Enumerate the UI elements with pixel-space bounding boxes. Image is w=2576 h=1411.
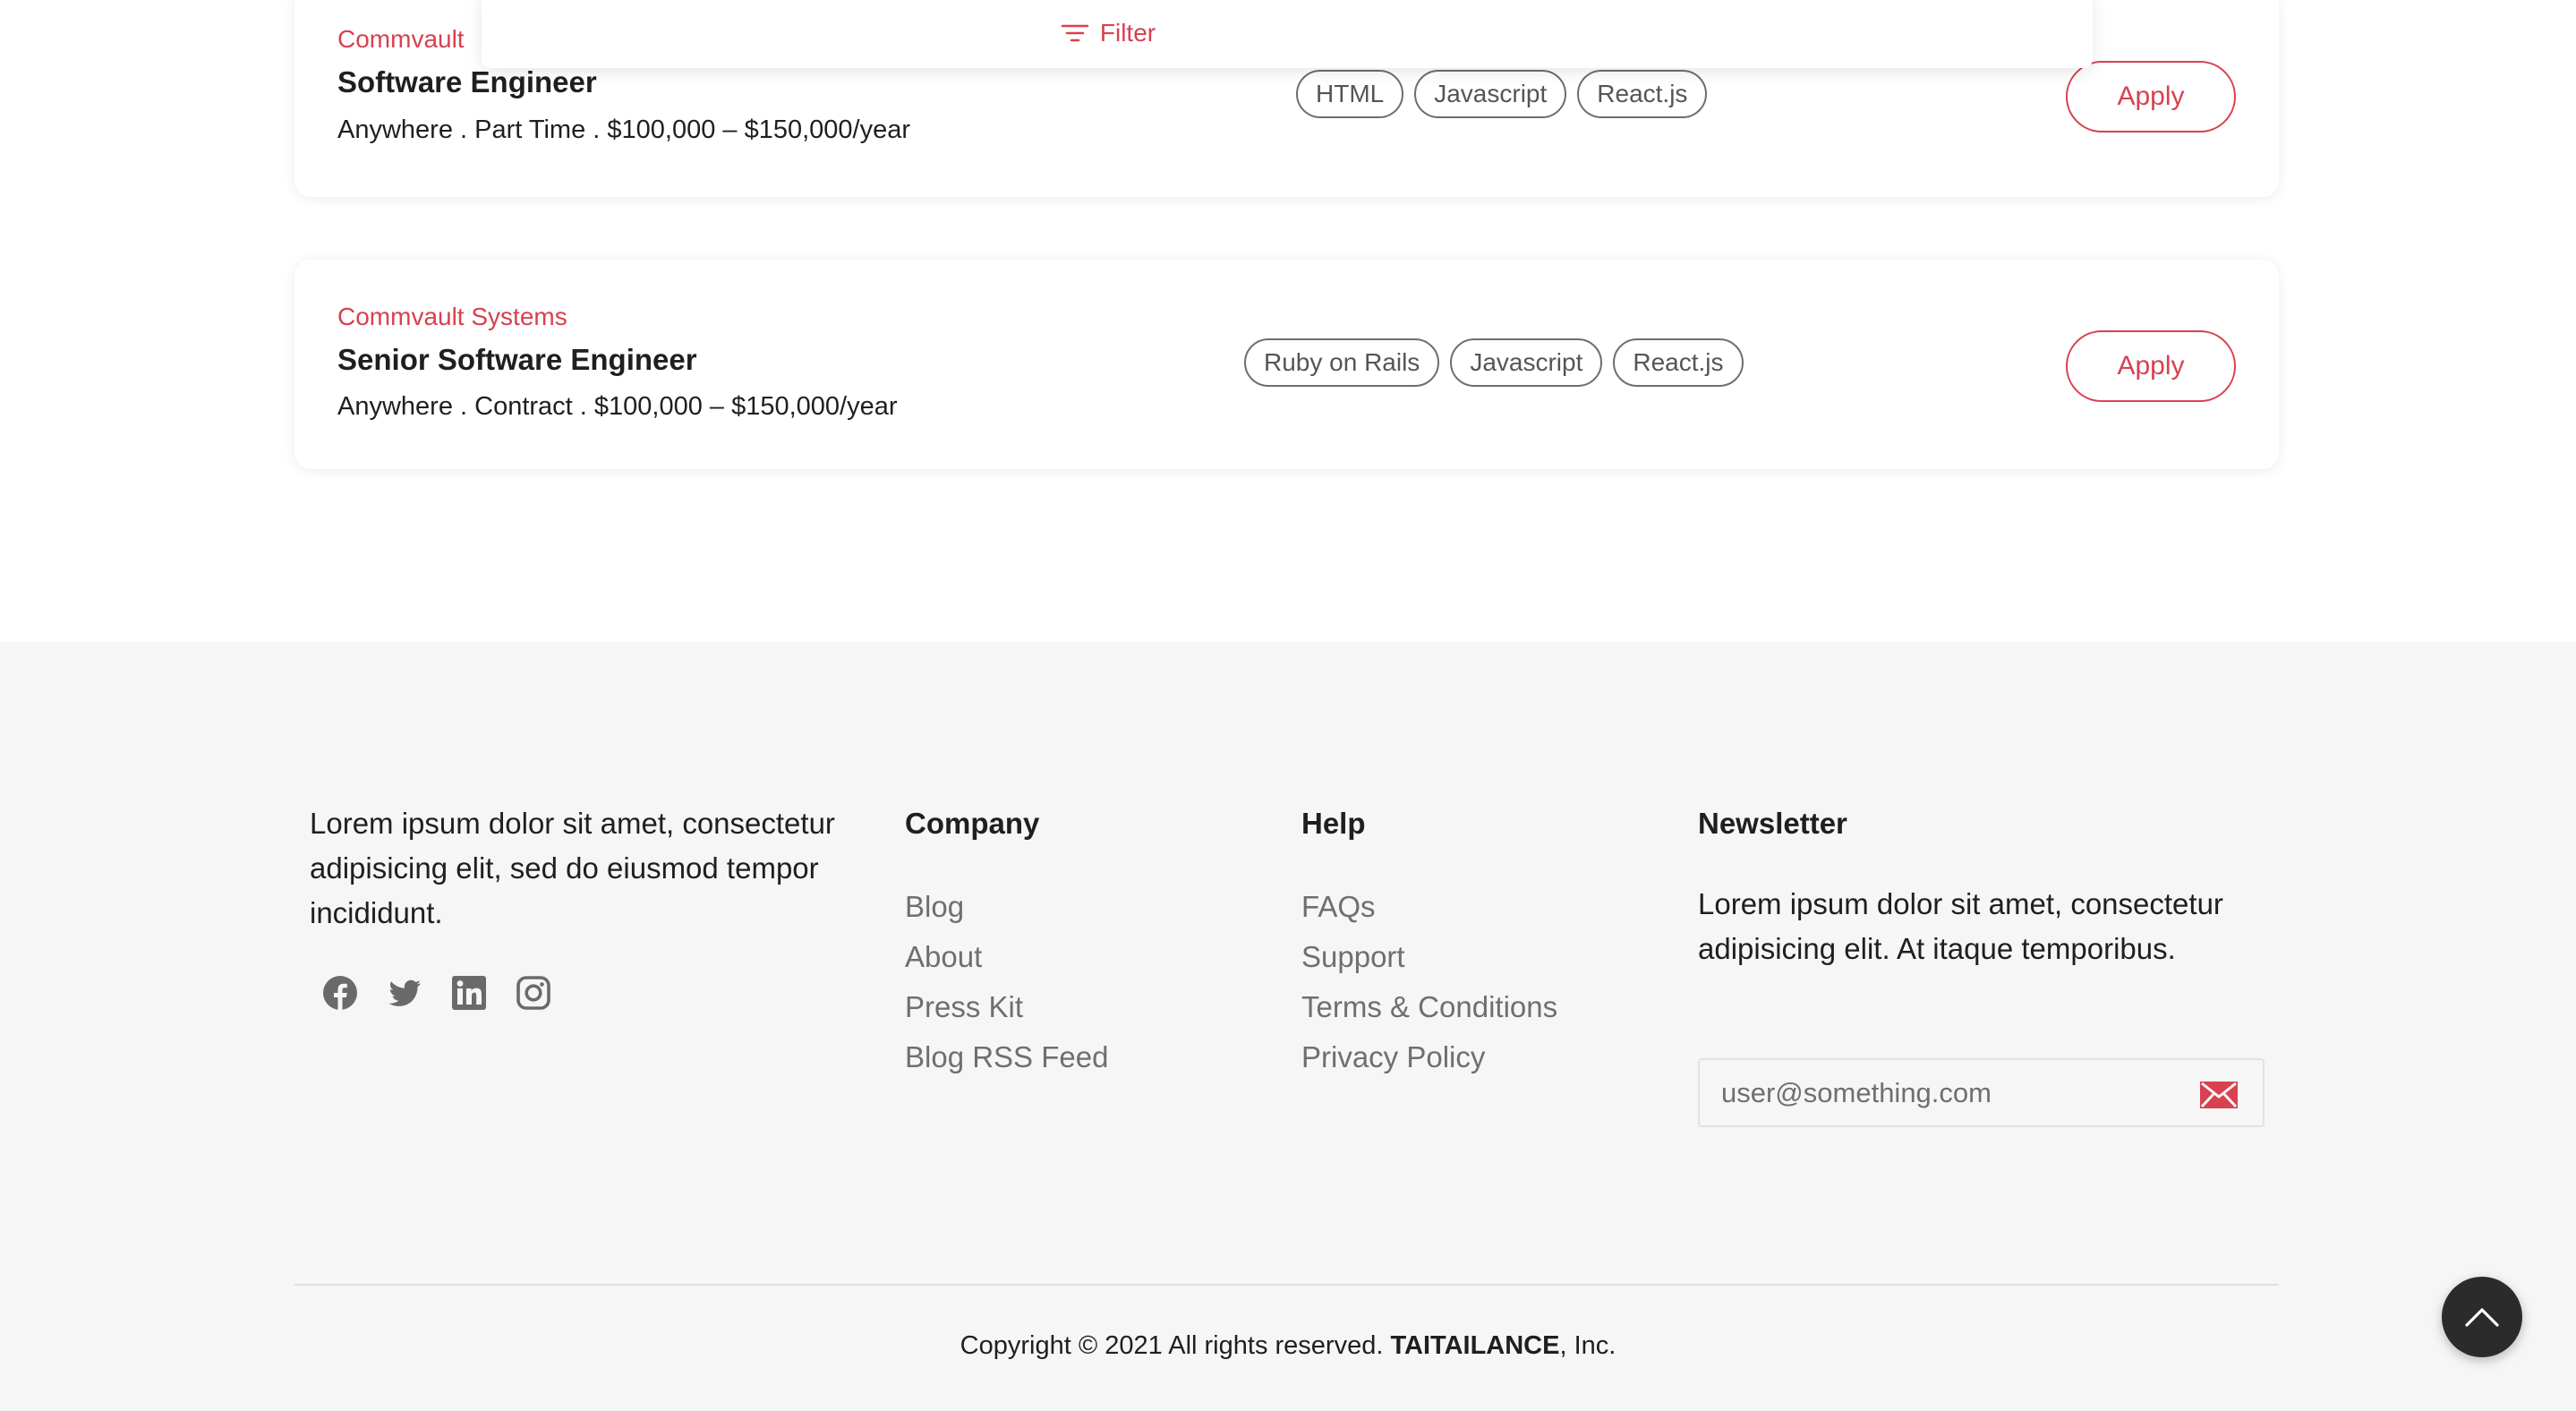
tag-javascript[interactable]: Javascript bbox=[1450, 338, 1603, 387]
copyright-text: Copyright © 2021 All rights reserved. TA… bbox=[0, 1331, 2576, 1361]
tag-reactjs[interactable]: React.js bbox=[1577, 70, 1708, 118]
job-tags: HTML Javascript React.js bbox=[1296, 70, 1708, 118]
company-links: Blog About Press Kit Blog RSS Feed bbox=[905, 882, 1108, 1082]
brand-name: TAITAILANCE bbox=[1390, 1331, 1560, 1360]
newsletter-heading: Newsletter bbox=[1698, 807, 1847, 840]
tag-javascript[interactable]: Javascript bbox=[1414, 70, 1567, 118]
copyright-suffix: , Inc. bbox=[1559, 1331, 1616, 1360]
footer-newsletter-column: Newsletter Lorem ipsum dolor sit amet, c… bbox=[1698, 801, 2271, 1127]
footer-company-column: Company Blog About Press Kit Blog RSS Fe… bbox=[905, 801, 1108, 1082]
site-footer: Lorem ipsum dolor sit amet, consectetur … bbox=[0, 642, 2576, 1411]
footer-help-column: Help FAQs Support Terms & Conditions Pri… bbox=[1301, 801, 1557, 1082]
twitter-icon[interactable] bbox=[387, 975, 422, 1011]
tag-reactjs[interactable]: React.js bbox=[1613, 338, 1744, 387]
linkedin-icon[interactable] bbox=[451, 975, 487, 1011]
apply-button[interactable]: Apply bbox=[2066, 330, 2236, 402]
filter-icon bbox=[1061, 24, 1089, 42]
footer-link-blog[interactable]: Blog bbox=[905, 882, 1108, 932]
footer-link-support[interactable]: Support bbox=[1301, 932, 1557, 982]
filter-bar: Filter bbox=[482, 0, 2093, 68]
footer-link-about[interactable]: About bbox=[905, 932, 1108, 982]
newsletter-email-input[interactable] bbox=[1700, 1060, 2201, 1125]
newsletter-text: Lorem ipsum dolor sit amet, consectetur … bbox=[1698, 887, 2223, 965]
footer-link-privacy-policy[interactable]: Privacy Policy bbox=[1301, 1032, 1557, 1082]
company-heading: Company bbox=[905, 807, 1040, 840]
facebook-icon[interactable] bbox=[322, 975, 358, 1011]
company-name[interactable]: Commvault bbox=[337, 25, 465, 54]
job-title[interactable]: Software Engineer bbox=[337, 65, 597, 99]
job-tags: Ruby on Rails Javascript React.js bbox=[1244, 338, 1744, 387]
tag-html[interactable]: HTML bbox=[1296, 70, 1404, 118]
scroll-to-top-button[interactable] bbox=[2442, 1277, 2522, 1357]
footer-about-text: Lorem ipsum dolor sit amet, consectetur … bbox=[310, 807, 835, 929]
footer-link-blog-rss-feed[interactable]: Blog RSS Feed bbox=[905, 1032, 1108, 1082]
help-heading: Help bbox=[1301, 807, 1366, 840]
job-card: Commvault Systems Senior Software Engine… bbox=[294, 260, 2279, 469]
job-meta: Anywhere . Part Time . $100,000 – $150,0… bbox=[337, 115, 911, 144]
mail-icon[interactable] bbox=[2200, 1082, 2238, 1108]
social-links bbox=[322, 975, 551, 1011]
newsletter-form bbox=[1698, 1058, 2265, 1127]
footer-link-press-kit[interactable]: Press Kit bbox=[905, 982, 1108, 1032]
filter-button[interactable]: Filter bbox=[1061, 19, 1156, 47]
footer-link-terms[interactable]: Terms & Conditions bbox=[1301, 982, 1557, 1032]
footer-link-faqs[interactable]: FAQs bbox=[1301, 882, 1557, 932]
chevron-up-icon bbox=[2465, 1308, 2499, 1327]
instagram-icon[interactable] bbox=[516, 975, 551, 1011]
footer-divider bbox=[294, 1284, 2279, 1286]
tag-ruby-on-rails[interactable]: Ruby on Rails bbox=[1244, 338, 1440, 387]
company-name[interactable]: Commvault Systems bbox=[337, 303, 567, 331]
apply-button[interactable]: Apply bbox=[2066, 61, 2236, 133]
job-meta: Anywhere . Contract . $100,000 – $150,00… bbox=[337, 392, 898, 421]
filter-label: Filter bbox=[1099, 19, 1156, 47]
job-title[interactable]: Senior Software Engineer bbox=[337, 343, 697, 377]
help-links: FAQs Support Terms & Conditions Privacy … bbox=[1301, 882, 1557, 1082]
copyright-prefix: Copyright © 2021 All rights reserved. bbox=[960, 1331, 1384, 1360]
